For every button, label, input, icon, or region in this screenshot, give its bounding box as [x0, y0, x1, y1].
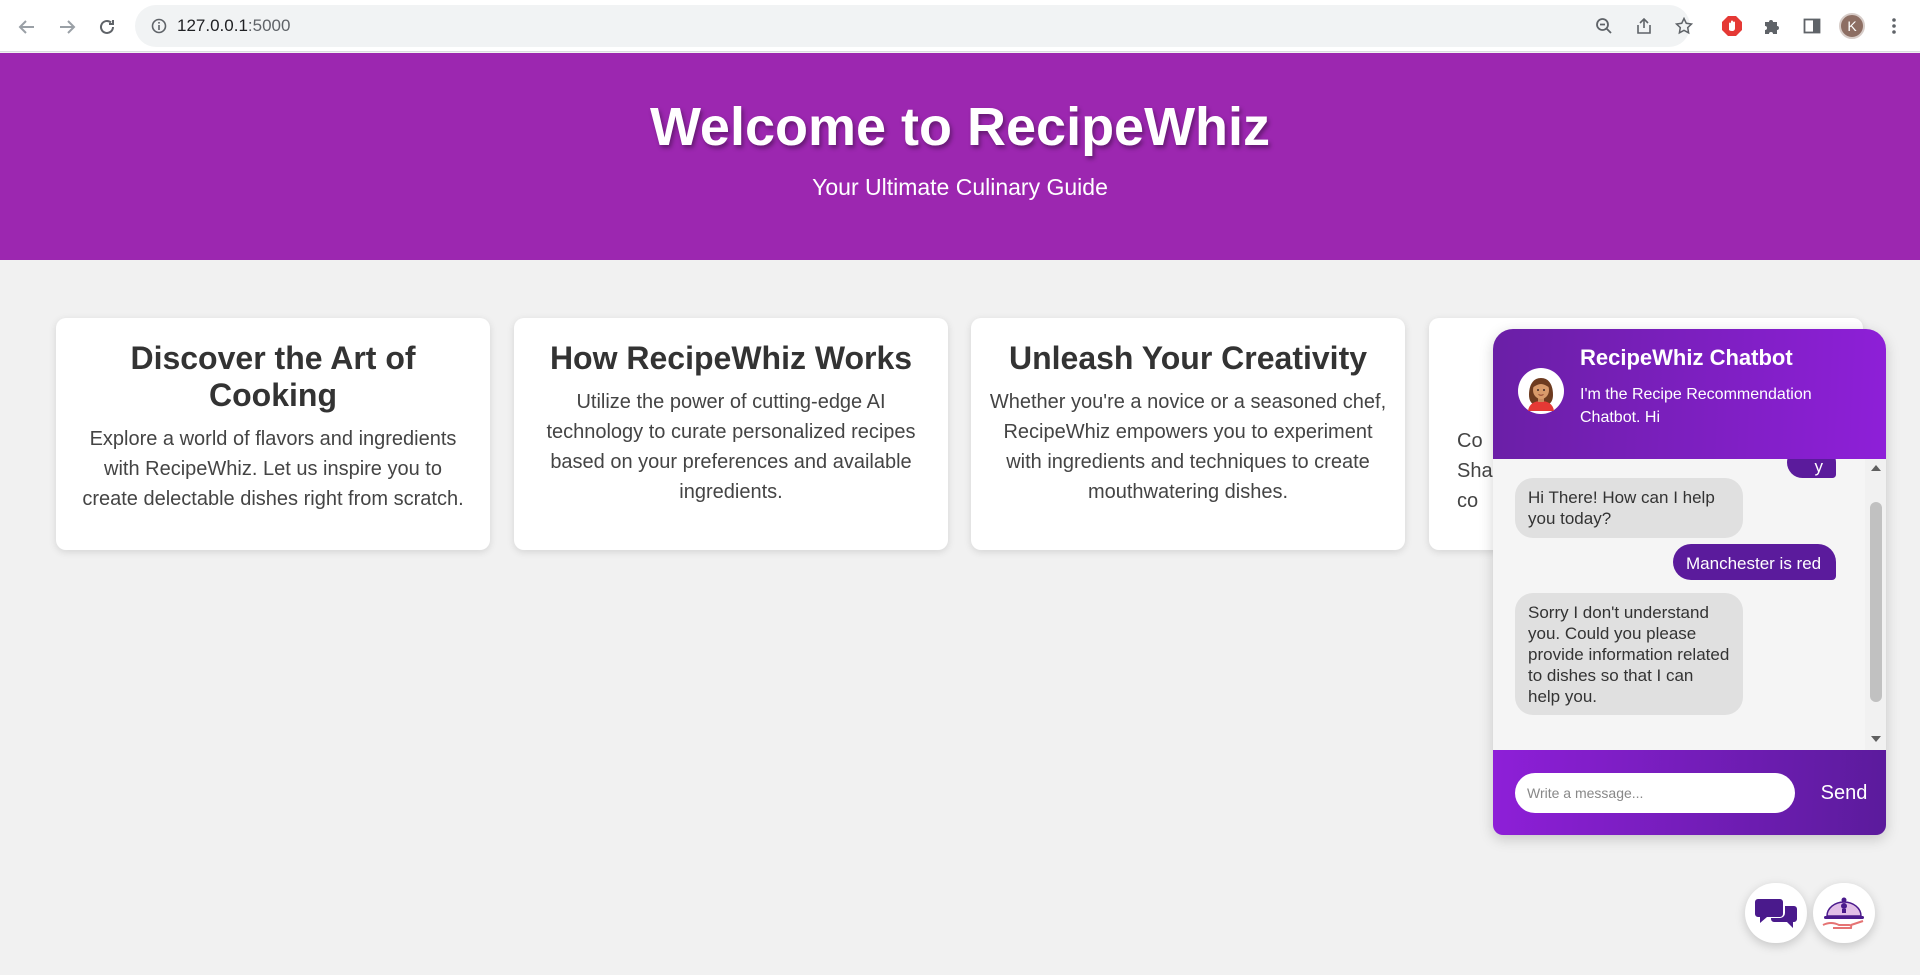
share-icon[interactable] — [1630, 5, 1658, 47]
extensions-puzzle-icon[interactable] — [1758, 12, 1786, 40]
chat-toggle-button[interactable] — [1745, 883, 1807, 943]
url-text: 127.0.0.1:5000 — [177, 5, 290, 47]
chat-bubbles-icon — [1755, 899, 1797, 928]
browser-menu-icon[interactable] — [1880, 12, 1908, 40]
chatbot-avatar — [1518, 368, 1564, 414]
address-bar[interactable]: 127.0.0.1:5000 — [135, 5, 1693, 47]
card-title: How RecipeWhiz Works — [549, 340, 913, 376]
chat-message-input[interactable] — [1515, 773, 1795, 813]
chatbot-title: RecipeWhiz Chatbot — [1580, 345, 1793, 370]
back-icon[interactable] — [13, 13, 41, 41]
card-text: Whether you're a novice or a seasoned ch… — [989, 391, 1387, 503]
card-title: Discover the Art of Cooking — [130, 340, 416, 413]
profile-initial: K — [1839, 13, 1865, 39]
user-message: y — [1787, 459, 1836, 478]
chatbot-description: I'm the Recipe Recommendation Chatbot. H… — [1580, 386, 1812, 426]
url-port: :5000 — [247, 16, 291, 35]
forward-icon[interactable] — [53, 13, 81, 41]
bookmark-star-icon[interactable] — [1670, 5, 1698, 47]
hero-banner: Welcome to RecipeWhiz Your Ultimate Culi… — [0, 53, 1920, 260]
profile-avatar[interactable]: K — [1838, 12, 1866, 40]
bot-message: Sorry I don't understand you. Could you … — [1515, 593, 1743, 715]
woman-avatar-icon — [1528, 378, 1554, 411]
user-message: Manchester is red — [1673, 544, 1836, 580]
feature-card: How RecipeWhiz Works Utilize the power o… — [514, 318, 948, 550]
scroll-thumb[interactable] — [1870, 502, 1882, 702]
adblock-extension-icon[interactable] — [1718, 12, 1746, 40]
scroll-up-icon[interactable] — [1871, 465, 1881, 471]
scroll-down-icon[interactable] — [1871, 736, 1881, 742]
chat-message-list[interactable]: y Hi There! How can I help you today? Ma… — [1493, 459, 1886, 750]
page-title: Welcome to RecipeWhiz — [649, 97, 1271, 157]
chef-cloche-icon — [1822, 897, 1864, 929]
bot-message: Hi There! How can I help you today? — [1515, 478, 1743, 538]
browser-toolbar: 127.0.0.1:5000 K — [0, 0, 1920, 52]
chatbot-footer: Send — [1493, 750, 1886, 835]
recipe-button[interactable] — [1813, 883, 1875, 943]
site-info-icon[interactable] — [149, 5, 169, 47]
url-host: 127.0.0.1 — [177, 16, 248, 35]
reload-icon[interactable] — [93, 13, 121, 41]
card-text: Explore a world of flavors and ingredien… — [82, 428, 464, 510]
chatbot-header: RecipeWhiz Chatbot I'm the Recipe Recomm… — [1493, 329, 1886, 459]
feature-card: Unleash Your Creativity Whether you're a… — [971, 318, 1405, 550]
zoom-icon[interactable] — [1590, 5, 1618, 47]
side-panel-icon[interactable] — [1798, 12, 1826, 40]
card-title: Unleash Your Creativity — [1008, 340, 1368, 376]
chatbot-window: RecipeWhiz Chatbot I'm the Recipe Recomm… — [1493, 329, 1886, 835]
chat-scrollbar[interactable] — [1865, 459, 1886, 750]
send-button[interactable]: Send — [1809, 772, 1879, 814]
page-subtitle: Your Ultimate Culinary Guide — [812, 174, 1108, 200]
feature-card: Discover the Art of Cooking Explore a wo… — [56, 318, 490, 550]
card-text: Utilize the power of cutting-edge AI tec… — [546, 391, 916, 503]
